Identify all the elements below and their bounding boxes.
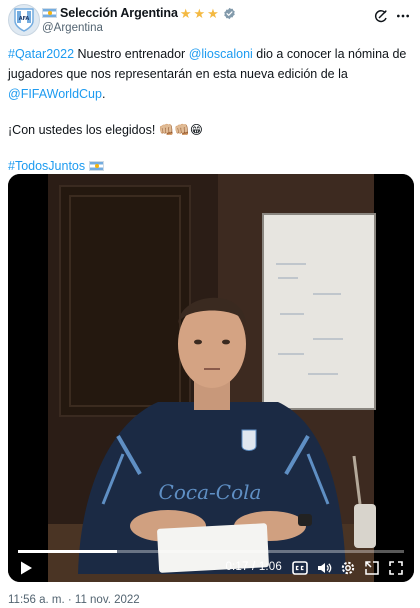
video-frame: Coca-Cola: [8, 174, 414, 582]
grok-icon[interactable]: [372, 7, 390, 25]
ellipsis-glyph: [397, 14, 409, 18]
settings-icon: [341, 561, 355, 575]
play-button[interactable]: [18, 560, 34, 576]
volume-icon: [318, 563, 332, 573]
progress-bar[interactable]: [18, 550, 404, 553]
tweet-paragraph: #Qatar2022 Nuestro entrenador @lioscalon…: [8, 44, 412, 104]
tweet-text-segment: .: [101, 87, 106, 101]
video-time: 0:17 / 1:06: [225, 561, 282, 573]
account-handle[interactable]: @Argentina: [42, 22, 236, 34]
video-controls: 0:17 / 1:06: [8, 538, 414, 582]
captions-button[interactable]: [292, 560, 308, 576]
mention-fifaworldcup[interactable]: @FIFAWorldCup: [8, 87, 102, 101]
hashtag-todosjuntos[interactable]: #TodosJuntos: [8, 159, 85, 173]
tweet-header: AFA Selección Argentina ★ ★ ★ @Argentina: [8, 4, 412, 40]
video-player[interactable]: Coca-Cola 0:17 / 1:06: [8, 174, 414, 582]
star-icon: ★: [193, 5, 206, 21]
afa-crest-icon: AFA: [14, 8, 34, 32]
settings-button[interactable]: [340, 560, 356, 576]
captions-icon: [292, 561, 308, 575]
display-name[interactable]: Selección Argentina: [60, 6, 178, 20]
argentina-flag-icon: [42, 8, 57, 18]
fullscreen-button[interactable]: [388, 560, 404, 576]
time-total: 1:06: [258, 561, 282, 573]
pip-icon: [365, 561, 379, 575]
mention-lioscaloni[interactable]: @lioscaloni: [189, 47, 253, 61]
time-current: 0:17: [225, 561, 249, 573]
hashtag-qatar2022[interactable]: #Qatar2022: [8, 47, 74, 61]
time-separator: /: [248, 561, 259, 573]
star-icon: ★: [179, 5, 192, 21]
svg-text:AFA: AFA: [19, 16, 30, 22]
play-icon: [21, 561, 32, 575]
tweet-text: #Qatar2022 Nuestro entrenador @lioscalon…: [8, 44, 412, 176]
avatar[interactable]: AFA: [8, 4, 40, 36]
display-name-row[interactable]: Selección Argentina ★ ★ ★: [42, 5, 236, 21]
volume-button[interactable]: [316, 560, 332, 576]
tweet-line-elegidos: ¡Con ustedes los elegidos! 👊🏼👊🏼😁: [8, 123, 203, 137]
star-icon: ★: [207, 5, 219, 21]
fullscreen-icon: [389, 561, 403, 575]
argentina-flag-icon: [88, 161, 104, 171]
more-options-icon[interactable]: [394, 7, 412, 25]
shirt-sponsor-text: Coca-Cola: [159, 480, 262, 504]
verified-badge-icon: [224, 7, 235, 19]
tweet-line-hashtag: #TodosJuntos: [8, 156, 412, 176]
grok-glyph: [374, 10, 387, 23]
pip-button[interactable]: [364, 560, 380, 576]
tweet-timestamp[interactable]: 11:56 a. m. · 11 nov. 2022: [8, 594, 140, 606]
account-names: Selección Argentina ★ ★ ★ @Argentina: [42, 5, 236, 34]
progress-fill: [18, 550, 118, 553]
tweet-text-segment: Nuestro entrenador: [74, 47, 189, 61]
